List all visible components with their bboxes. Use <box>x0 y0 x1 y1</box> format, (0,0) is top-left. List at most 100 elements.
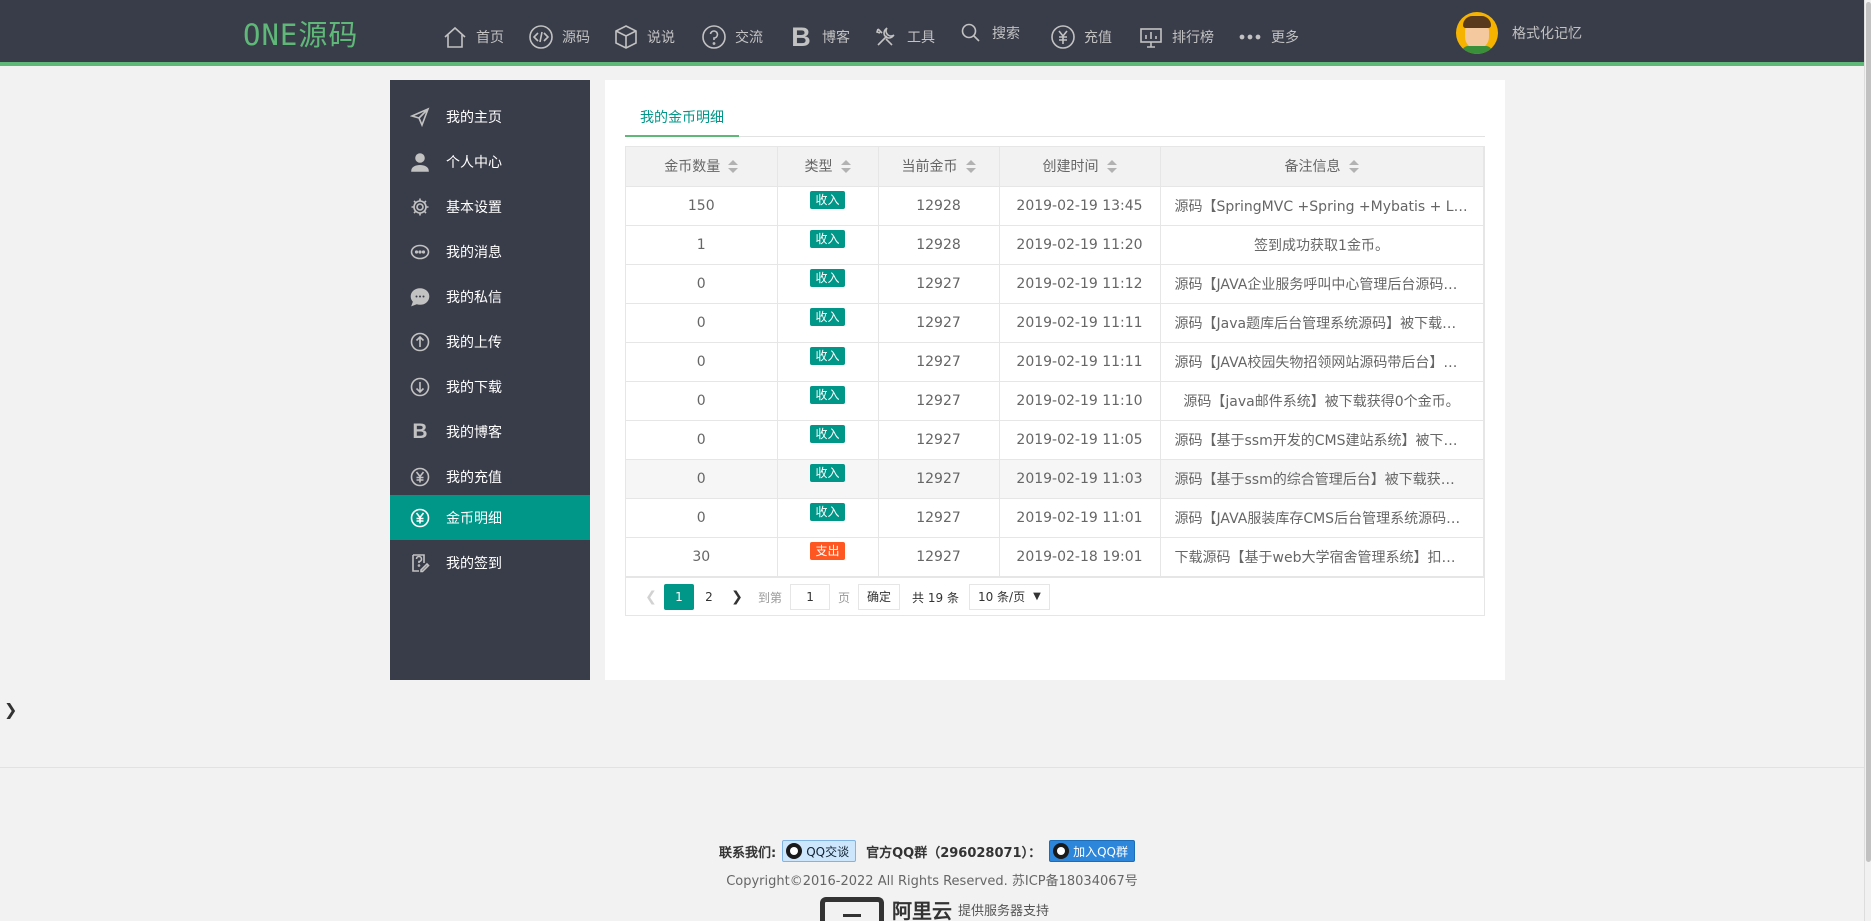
table-row[interactable]: 0 收入 12927 2019-02-19 11:05 源码【基于ssm开发的C… <box>626 420 1484 460</box>
table-row[interactable]: 30 支出 12927 2019-02-18 19:01 下载源码【基于web大… <box>626 537 1484 577</box>
sidebar-item-settings[interactable]: 基本设置 <box>390 184 590 229</box>
goto-confirm-button[interactable]: 确定 <box>858 584 901 610</box>
user-menu[interactable]: 格式化记忆 <box>1456 12 1582 54</box>
sidebar-item-label: 我的博客 <box>446 424 502 441</box>
cell-amount: 0 <box>626 420 778 460</box>
cell-time: 2019-02-19 11:03 <box>999 459 1161 499</box>
cell-time: 2019-02-19 11:01 <box>999 498 1161 538</box>
page-2-button[interactable]: 2 <box>694 584 724 610</box>
join-qq-group-button[interactable]: 加入QQ群 <box>1049 840 1136 862</box>
prev-page-icon[interactable]: ❮ <box>638 584 664 610</box>
nav-ranking[interactable]: 排行榜 <box>1138 22 1214 52</box>
cell-type: 收入 <box>777 381 879 421</box>
tab-coin-details[interactable]: 我的金币明细 <box>625 100 739 137</box>
sidebar-item-recharge[interactable]: 我的充值 <box>390 454 590 499</box>
chevron-right-icon[interactable]: ❯ <box>4 700 17 719</box>
nav-code-label: 源码 <box>562 30 590 46</box>
nav-exchange[interactable]: 交流 <box>701 22 763 52</box>
cell-note: 源码【基于ssm开发的CMS建站系统】被下载获得0个金币。 <box>1160 420 1484 460</box>
cell-note: 源码【JAVA服装库存CMS后台管理系统源码】被下载获得0个金币。 <box>1160 498 1484 538</box>
table-row[interactable]: 0 收入 12927 2019-02-19 11:01 源码【JAVA服装库存C… <box>626 498 1484 538</box>
avatar[interactable] <box>1456 12 1498 54</box>
site-logo[interactable]: ONE源码 <box>243 12 358 54</box>
home-icon <box>442 24 468 50</box>
sidebar-item-label: 我的主页 <box>446 109 502 126</box>
sort-icon[interactable] <box>728 160 739 174</box>
cell-type: 收入 <box>777 264 879 304</box>
cell-current: 12927 <box>878 459 1000 499</box>
sidebar-item-messages[interactable]: 我的消息 <box>390 229 590 274</box>
cell-note: 源码【Java题库后台管理系统源码】被下载获得0个金币。 <box>1160 303 1484 343</box>
sidebar-item-home[interactable]: 我的主页 <box>390 94 590 139</box>
column-amount[interactable]: 金币数量 <box>626 147 778 187</box>
cell-amount: 30 <box>626 537 778 577</box>
scrollbar-thumb[interactable] <box>1866 2 1871 862</box>
sidebar-item-profile[interactable]: 个人中心 <box>390 139 590 184</box>
goto-page-input[interactable]: 1 <box>790 584 831 610</box>
tab-bar: 我的金币明细 <box>625 100 1485 137</box>
sidebar-item-blog[interactable]: B 我的博客 <box>390 409 590 454</box>
cell-time: 2019-02-19 13:45 <box>999 186 1161 226</box>
nav-search[interactable]: 搜索 <box>958 18 1020 48</box>
footer-contact: 联系我们: QQ交谈 官方QQ群（296028071）： 加入QQ群 <box>0 840 1864 862</box>
cell-current: 12928 <box>878 186 1000 226</box>
aliyun-badge[interactable]: 阿里云 提供服务器支持 <box>820 895 1049 921</box>
sort-icon[interactable] <box>1348 160 1359 174</box>
sort-icon[interactable] <box>965 160 976 174</box>
cell-amount: 1 <box>626 225 778 265</box>
column-current[interactable]: 当前金币 <box>878 147 1000 187</box>
nav-talk[interactable]: 说说 <box>613 22 675 52</box>
table-row[interactable]: 1 收入 12928 2019-02-19 11:20 签到成功获取1金币。 <box>626 225 1484 265</box>
page-unit-label: 页 <box>838 590 851 605</box>
nav-more-label: 更多 <box>1271 30 1299 46</box>
send-icon <box>410 107 430 127</box>
cell-time: 2019-02-19 11:12 <box>999 264 1161 304</box>
cell-note: 源码【JAVA校园失物招领网站源码带后台】被下载获得0个金币。 <box>1160 342 1484 382</box>
copyright: Copyright©2016-2022 All Rights Reserved.… <box>726 874 1138 889</box>
nav-recharge[interactable]: 充值 <box>1050 22 1112 52</box>
income-badge: 收入 <box>810 268 845 287</box>
nav-home[interactable]: 首页 <box>442 22 504 52</box>
column-type[interactable]: 类型 <box>777 147 879 187</box>
table-row[interactable]: 150 收入 12928 2019-02-19 13:45 源码【SpringM… <box>626 186 1484 226</box>
table-row[interactable]: 0 收入 12927 2019-02-19 11:11 源码【JAVA校园失物招… <box>626 342 1484 382</box>
page-size-select[interactable]: 10 条/页 ▼ <box>968 584 1050 610</box>
column-time[interactable]: 创建时间 <box>999 147 1161 187</box>
pagination: ❮ 1 2 ❯ 到第 1 页 确定 共 19 条 10 条/页 ▼ <box>626 577 1484 616</box>
cell-type: 收入 <box>777 459 879 499</box>
page-scrollbar[interactable] <box>1864 0 1871 921</box>
contact-label: 联系我们: <box>718 845 777 861</box>
sidebar-item-label: 个人中心 <box>446 154 502 171</box>
cell-type: 收入 <box>777 498 879 538</box>
username[interactable]: 格式化记忆 <box>1512 23 1582 43</box>
sidebar-item-private-messages[interactable]: 我的私信 <box>390 274 590 319</box>
next-page-icon[interactable]: ❯ <box>724 584 750 610</box>
page-1-button[interactable]: 1 <box>664 584 694 610</box>
nav-tools[interactable]: 工具 <box>873 22 935 52</box>
cell-note: 源码【基于ssm的综合管理后台】被下载获得0个金币。 <box>1160 459 1484 499</box>
sort-icon[interactable] <box>1106 160 1117 174</box>
nav-ranking-label: 排行榜 <box>1172 30 1214 46</box>
more-icon <box>1237 24 1263 50</box>
table-row[interactable]: 0 收入 12927 2019-02-19 11:03 源码【基于ssm的综合管… <box>626 459 1484 499</box>
question-icon <box>701 24 727 50</box>
qq-chat-button[interactable]: QQ交谈 <box>782 840 857 862</box>
nav-blog[interactable]: B 博客 <box>788 22 850 52</box>
table-row[interactable]: 0 收入 12927 2019-02-19 11:11 源码【Java题库后台管… <box>626 303 1484 343</box>
sidebar-item-downloads[interactable]: 我的下载 <box>390 364 590 409</box>
cell-amount: 0 <box>626 342 778 382</box>
sort-icon[interactable] <box>840 160 851 174</box>
table-row[interactable]: 0 收入 12927 2019-02-19 11:10 源码【java邮件系统】… <box>626 381 1484 421</box>
sidebar-item-coin-details[interactable]: 金币明细 <box>390 495 590 540</box>
table-row[interactable]: 0 收入 12927 2019-02-19 11:12 源码【JAVA企业服务呼… <box>626 264 1484 304</box>
nav-tools-label: 工具 <box>907 30 935 46</box>
sidebar-item-label: 我的消息 <box>446 244 502 261</box>
sidebar-item-signin[interactable]: 我的签到 <box>390 540 590 585</box>
sidebar-item-uploads[interactable]: 我的上传 <box>390 319 590 364</box>
blog-b-icon: B <box>412 419 428 443</box>
nav-more[interactable]: 更多 <box>1237 22 1299 52</box>
column-note[interactable]: 备注信息 <box>1160 147 1484 187</box>
nav-code[interactable]: 源码 <box>528 22 590 52</box>
blog-b-icon: B <box>791 21 811 52</box>
tools-icon <box>873 24 899 50</box>
